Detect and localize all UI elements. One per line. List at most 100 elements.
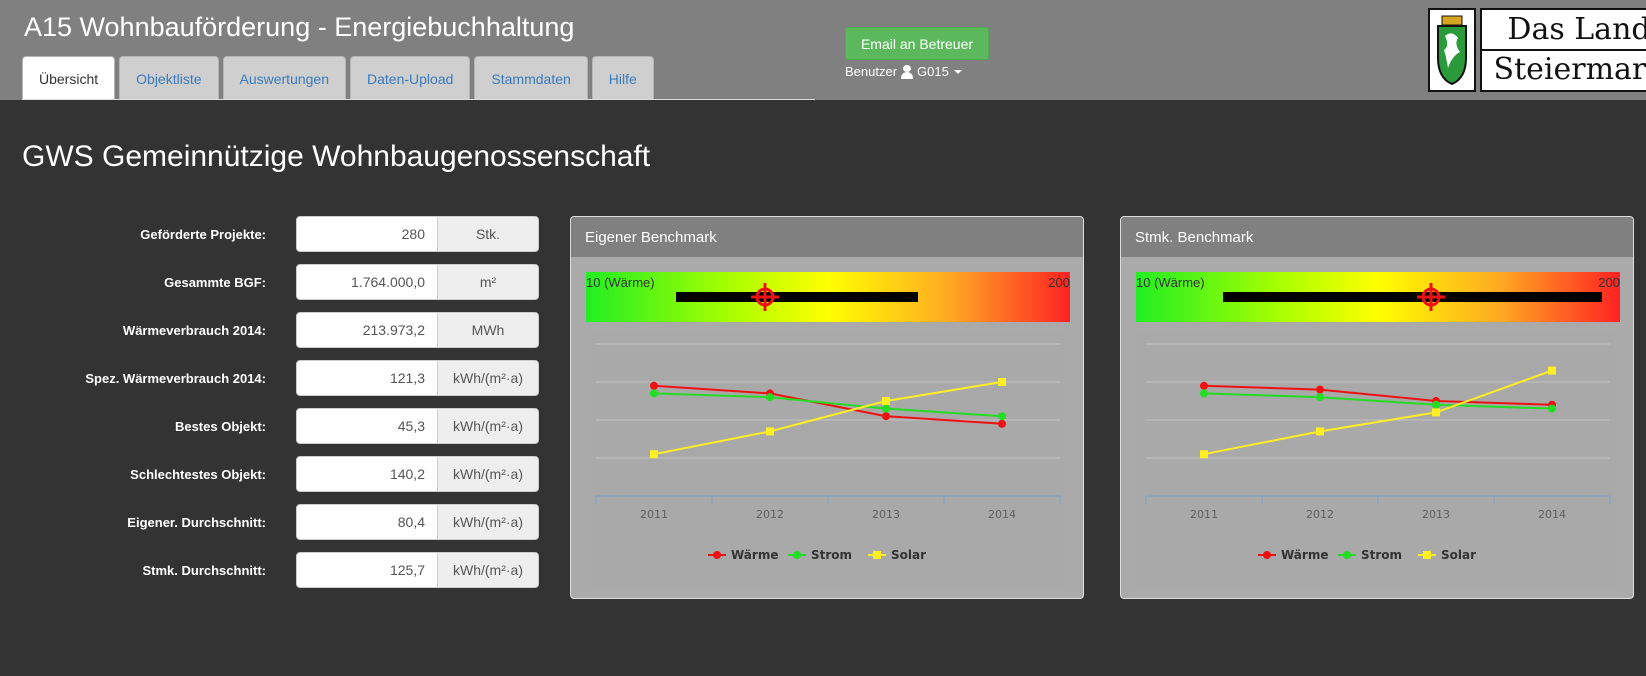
legend-marker	[1343, 551, 1351, 559]
stat-label: Bestes Objekt:	[174, 418, 266, 434]
app-header: A15 Wohnbauförderung - Energiebuchhaltun…	[0, 0, 1646, 100]
stat-label: Wärmeverbrauch 2014:	[122, 322, 266, 338]
logo-line-2: Steiermark	[1493, 52, 1646, 87]
steiermark-logo: Das Land Steiermark	[1428, 8, 1646, 92]
user-id: G015	[917, 64, 949, 79]
benchmark-bar: 10 (Wärme) 200	[1136, 272, 1620, 322]
series-line-solar	[653, 381, 1003, 456]
app-title: A15 Wohnbauförderung - Energiebuchhaltun…	[24, 12, 575, 42]
stat-label: Gesammte BGF:	[164, 274, 266, 290]
data-point	[1432, 400, 1440, 409]
tab-uebersicht[interactable]: Übersicht	[22, 56, 116, 100]
legend-label: Wärme	[731, 548, 778, 562]
benchmark-range	[675, 292, 918, 302]
data-point	[1200, 450, 1208, 459]
panel-eigener-benchmark: Eigener Benchmark 10 (Wärme) 200 2011 201…	[570, 216, 1084, 599]
stat-value: 280	[296, 216, 438, 252]
line-chart: 2011 2012 2013 2014 Wärme Strom Solar	[1136, 334, 1620, 586]
data-point	[766, 427, 774, 436]
page-title: GWS Gemeinnützige Wohnbaugenossenschaft	[22, 140, 651, 173]
data-point	[650, 389, 658, 398]
stat-label: Spez. Wärmeverbrauch 2014:	[85, 370, 266, 386]
stat-unit: kWh/(m²·a)	[437, 504, 539, 540]
data-point	[998, 412, 1006, 421]
benchmark-min-label: 10 (Wärme)	[1136, 275, 1205, 290]
x-tick-label: 2014	[1538, 508, 1566, 521]
x-tick-label: 2011	[640, 508, 668, 521]
stat-unit: MWh	[437, 312, 539, 348]
data-point	[1200, 381, 1208, 390]
main-tabs: Übersicht Objektliste Auswertungen Daten…	[22, 56, 658, 100]
x-tick-label: 2014	[988, 508, 1016, 521]
stat-row: Stmk. Durchschnitt: 125,7 kWh/(m²·a)	[0, 552, 540, 588]
line-chart: 2011 2012 2013 2014 Wärme Strom Solar	[586, 334, 1070, 586]
data-point	[1432, 408, 1440, 417]
x-tick-label: 2011	[1190, 508, 1218, 521]
stat-value: 80,4	[296, 504, 438, 540]
tab-divider	[22, 99, 815, 100]
legend-marker	[793, 551, 801, 559]
stat-value: 213.973,2	[296, 312, 438, 348]
data-point	[1548, 366, 1556, 375]
stat-unit: m²	[437, 264, 539, 300]
stat-label: Eigener. Durchschnitt:	[127, 514, 266, 530]
caret-down-icon	[953, 69, 962, 74]
stat-value: 121,3	[296, 360, 438, 396]
line-chart-svg: 2011 2012 2013 2014 Wärme Strom Solar	[1145, 343, 1611, 562]
panther-crest-icon	[1428, 8, 1476, 92]
stat-label: Stmk. Durchschnitt:	[142, 562, 266, 578]
stat-row: Eigener. Durchschnitt: 80,4 kWh/(m²·a)	[0, 504, 540, 540]
tab-daten-upload[interactable]: Daten-Upload	[350, 56, 471, 100]
data-point	[882, 397, 890, 405]
stat-value: 45,3	[296, 408, 438, 444]
stat-row: Spez. Wärmeverbrauch 2014: 121,3 kWh/(m²…	[0, 360, 540, 396]
user-icon	[900, 64, 914, 79]
line-chart-svg: 2011 2012 2013 2014 Wärme Strom Solar	[595, 343, 1061, 562]
stat-label: Geförderte Projekte:	[140, 226, 266, 242]
data-point	[998, 419, 1006, 428]
x-tick-label: 2012	[756, 508, 784, 521]
data-point	[1200, 389, 1208, 398]
tab-objektliste[interactable]: Objektliste	[119, 56, 219, 100]
tab-auswertungen[interactable]: Auswertungen	[222, 56, 347, 100]
stat-unit: kWh/(m²·a)	[437, 360, 539, 396]
x-tick-label: 2013	[1422, 508, 1450, 521]
stat-unit: Stk.	[437, 216, 539, 252]
crosshair-marker-icon	[751, 283, 780, 311]
benchmark-max-label: 200	[1598, 275, 1620, 290]
series-line-solar	[1203, 369, 1553, 456]
logo-text: Das Land Steiermark	[1480, 8, 1646, 92]
data-point	[650, 381, 658, 390]
legend-label: Solar	[891, 548, 926, 562]
email-betreuer-button[interactable]: Email an Betreuer	[845, 27, 989, 60]
stat-value: 140,2	[296, 456, 438, 492]
legend-label: Strom	[1361, 548, 1402, 562]
data-point	[1316, 393, 1324, 402]
tab-hilfe[interactable]: Hilfe	[591, 56, 654, 100]
stat-row: Geförderte Projekte: 280 Stk.	[0, 216, 540, 252]
data-point	[1316, 427, 1324, 436]
stat-unit: kWh/(m²·a)	[437, 552, 539, 588]
data-point	[998, 378, 1006, 386]
legend-marker	[873, 551, 881, 559]
benchmark-max-label: 200	[1048, 275, 1070, 290]
data-point	[882, 404, 890, 413]
legend-label: Strom	[811, 548, 852, 562]
panel-stmk-benchmark: Stmk. Benchmark 10 (Wärme) 200 2011 2012 2…	[1120, 216, 1634, 599]
tab-stammdaten[interactable]: Stammdaten	[474, 56, 588, 100]
stat-label: Schlechtestes Objekt:	[130, 466, 266, 482]
stat-unit: kWh/(m²·a)	[437, 408, 539, 444]
benchmark-bar: 10 (Wärme) 200	[586, 272, 1070, 322]
stat-row: Bestes Objekt: 45,3 kWh/(m²·a)	[0, 408, 540, 444]
legend-label: Wärme	[1281, 548, 1328, 562]
panel-title: Eigener Benchmark	[571, 217, 1083, 257]
legend-label: Solar	[1441, 548, 1476, 562]
data-point	[1316, 385, 1324, 394]
stat-row: Wärmeverbrauch 2014: 213.973,2 MWh	[0, 312, 540, 348]
user-menu-label: Benutzer	[845, 64, 898, 79]
stat-value: 125,7	[296, 552, 438, 588]
stat-row: Gesammte BGF: 1.764.000,0 m²	[0, 264, 540, 300]
data-point	[766, 393, 774, 402]
data-point	[882, 412, 890, 421]
user-menu[interactable]: Benutzer G015	[845, 64, 962, 79]
